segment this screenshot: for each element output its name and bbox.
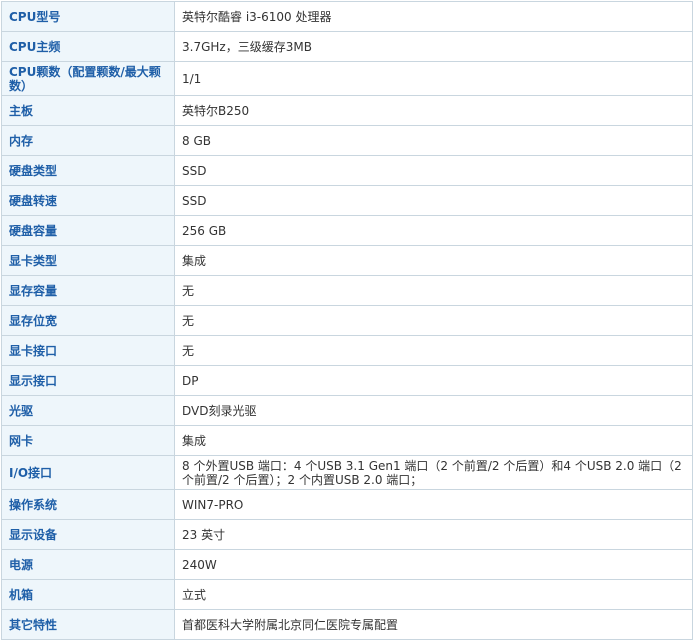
spec-row-cpu-count: CPU颗数（配置颗数/最大颗数） 1/1 <box>1 61 693 96</box>
spec-row-gpu-type: 显卡类型 集成 <box>1 245 693 276</box>
spec-label: CPU型号 <box>1 1 175 32</box>
spec-row-display-interface: 显示接口 DP <box>1 365 693 396</box>
spec-row-power: 电源 240W <box>1 549 693 580</box>
spec-value: DP <box>174 365 693 396</box>
spec-row-os: 操作系统 WIN7-PRO <box>1 489 693 520</box>
spec-label: CPU颗数（配置颗数/最大颗数） <box>1 61 175 96</box>
spec-label: 显存位宽 <box>1 305 175 336</box>
spec-value: 无 <box>174 275 693 306</box>
spec-label: 光驱 <box>1 395 175 426</box>
spec-value: 8 GB <box>174 125 693 156</box>
spec-value: 首都医科大学附属北京同仁医院专属配置 <box>174 609 693 640</box>
spec-value: WIN7-PRO <box>174 489 693 520</box>
spec-label: 内存 <box>1 125 175 156</box>
spec-value: 23 英寸 <box>174 519 693 550</box>
spec-row-network: 网卡 集成 <box>1 425 693 456</box>
spec-value: 无 <box>174 335 693 366</box>
spec-label: 硬盘容量 <box>1 215 175 246</box>
spec-value: SSD <box>174 155 693 186</box>
spec-value: DVD刻录光驱 <box>174 395 693 426</box>
spec-label: 显卡接口 <box>1 335 175 366</box>
spec-label: 显卡类型 <box>1 245 175 276</box>
spec-label: 显存容量 <box>1 275 175 306</box>
spec-label: 显示接口 <box>1 365 175 396</box>
spec-row-disk-type: 硬盘类型 SSD <box>1 155 693 186</box>
spec-row-disk-speed: 硬盘转速 SSD <box>1 185 693 216</box>
spec-value: 240W <box>174 549 693 580</box>
spec-label: 机箱 <box>1 579 175 610</box>
spec-label: 操作系统 <box>1 489 175 520</box>
spec-label: 网卡 <box>1 425 175 456</box>
spec-label: 硬盘转速 <box>1 185 175 216</box>
spec-value: SSD <box>174 185 693 216</box>
spec-row-cpu-freq: CPU主频 3.7GHz，三级缓存3MB <box>1 31 693 62</box>
spec-value: 英特尔B250 <box>174 95 693 126</box>
spec-row-other: 其它特性 首都医科大学附属北京同仁医院专属配置 <box>1 609 693 640</box>
spec-row-vram-width: 显存位宽 无 <box>1 305 693 336</box>
spec-label: CPU主频 <box>1 31 175 62</box>
spec-value: 256 GB <box>174 215 693 246</box>
spec-row-gpu-interface: 显卡接口 无 <box>1 335 693 366</box>
spec-row-disk-capacity: 硬盘容量 256 GB <box>1 215 693 246</box>
spec-row-motherboard: 主板 英特尔B250 <box>1 95 693 126</box>
spec-value: 英特尔酷睿 i3-6100 处理器 <box>174 1 693 32</box>
spec-row-display-device: 显示设备 23 英寸 <box>1 519 693 550</box>
spec-value: 立式 <box>174 579 693 610</box>
spec-row-vram-capacity: 显存容量 无 <box>1 275 693 306</box>
spec-row-memory: 内存 8 GB <box>1 125 693 156</box>
spec-table: CPU型号 英特尔酷睿 i3-6100 处理器 CPU主频 3.7GHz，三级缓… <box>1 1 693 640</box>
spec-row-cpu-model: CPU型号 英特尔酷睿 i3-6100 处理器 <box>1 1 693 32</box>
spec-value: 1/1 <box>174 61 693 96</box>
spec-label: 主板 <box>1 95 175 126</box>
spec-label: 硬盘类型 <box>1 155 175 186</box>
spec-row-io: I/O接口 8 个外置USB 端口：4 个USB 3.1 Gen1 端口（2 个… <box>1 455 693 490</box>
spec-label: I/O接口 <box>1 455 175 490</box>
spec-label: 显示设备 <box>1 519 175 550</box>
spec-value: 8 个外置USB 端口：4 个USB 3.1 Gen1 端口（2 个前置/2 个… <box>174 455 693 490</box>
spec-label: 其它特性 <box>1 609 175 640</box>
spec-label: 电源 <box>1 549 175 580</box>
spec-value: 无 <box>174 305 693 336</box>
spec-value: 集成 <box>174 245 693 276</box>
spec-value: 集成 <box>174 425 693 456</box>
spec-value: 3.7GHz，三级缓存3MB <box>174 31 693 62</box>
spec-row-optical-drive: 光驱 DVD刻录光驱 <box>1 395 693 426</box>
spec-row-chassis: 机箱 立式 <box>1 579 693 610</box>
